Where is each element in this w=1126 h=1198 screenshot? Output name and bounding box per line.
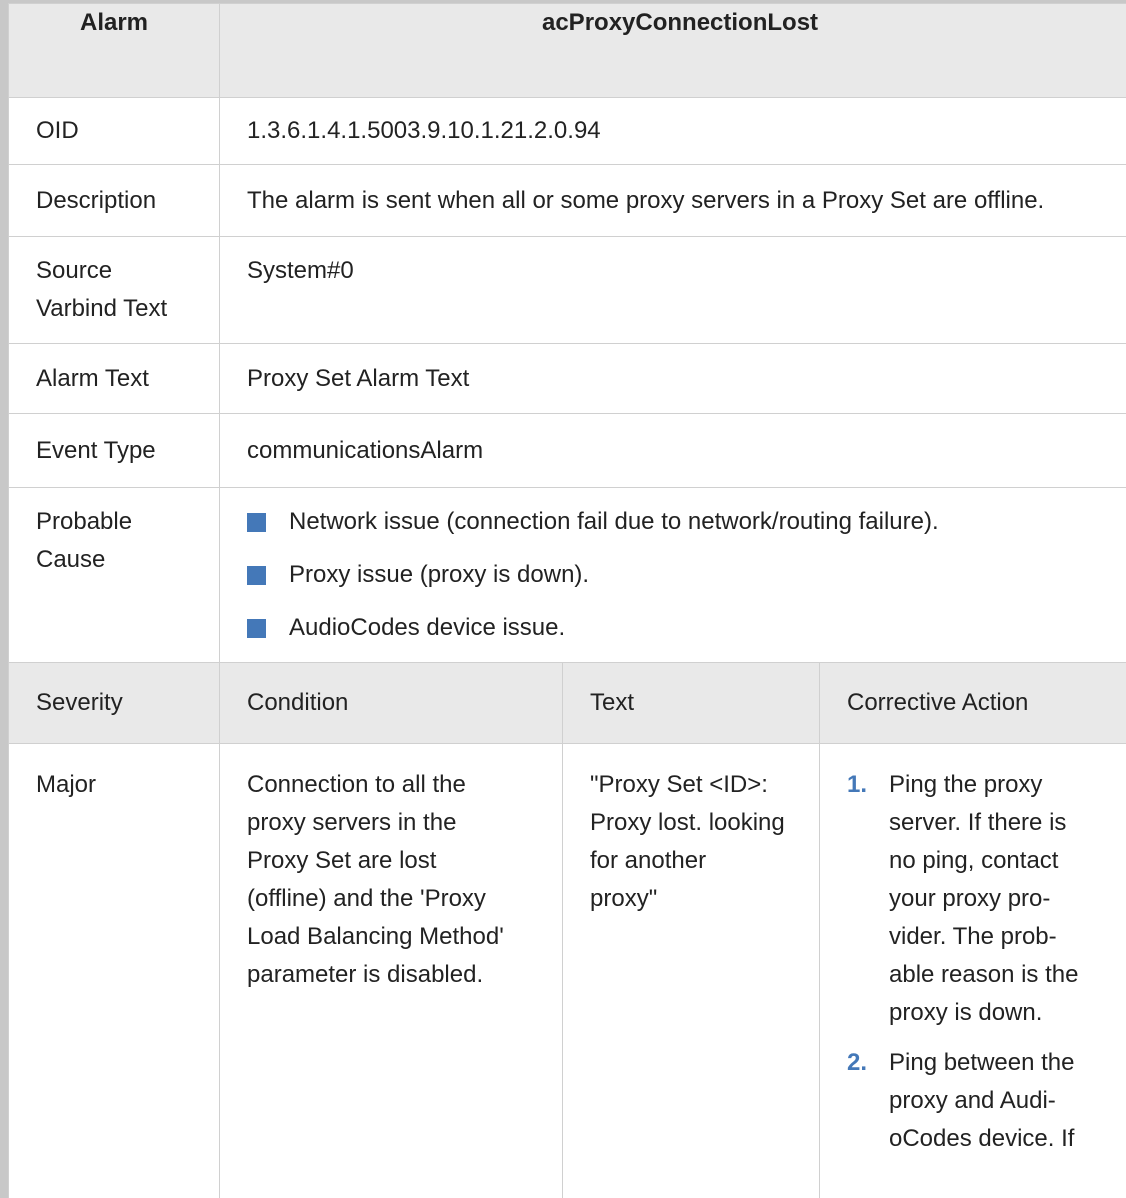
table-row-probable-cause: Probable Cause Network issue (connection…: [8, 487, 1126, 663]
corrective-action-list: 1. Ping the proxy server. If there is no…: [847, 766, 1126, 1158]
probable-cause-list: Network issue (connection fail due to ne…: [247, 503, 1126, 647]
step-number: 1.: [847, 771, 868, 798]
document-page: Alarm acProxyConnectionLost OID 1.3.6.1.…: [0, 0, 1126, 1198]
step-number: 2.: [847, 1049, 868, 1076]
square-bullet-icon: [247, 566, 266, 585]
oid-label: OID: [36, 117, 79, 144]
event-type-value: communicationsAlarm: [247, 436, 484, 464]
list-item: Proxy issue (proxy is down).: [247, 556, 1126, 594]
alarm-text-label: Alarm Text: [36, 364, 149, 392]
probable-cause-item: AudioCodes device issue.: [289, 614, 566, 641]
severity-header: Severity: [36, 689, 123, 716]
probable-cause-label: Probable Cause: [36, 508, 133, 573]
oid-value: 1.3.6.1.4.1.5003.9.10.1.21.2.0.94: [247, 117, 601, 144]
description-value: The alarm is sent when all or some proxy…: [247, 186, 1045, 214]
frame-left-bar: [0, 0, 8, 1198]
step-text: Ping between the proxy and Audi- oCodes …: [889, 1049, 1075, 1152]
event-type-label: Event Type: [36, 436, 156, 464]
table-row-alarm-text: Alarm Text Proxy Set Alarm Text: [8, 343, 1126, 414]
source-varbind-label: Source Varbind Text: [36, 257, 168, 322]
step-text: Ping the proxy server. If there is no pi…: [889, 771, 1079, 1026]
header-alarm-name: acProxyConnectionLost: [218, 3, 1126, 98]
source-varbind-value: System#0: [247, 257, 354, 284]
list-item: 1. Ping the proxy server. If there is no…: [847, 766, 1126, 1032]
severity-value: Major: [36, 771, 97, 798]
table-row-description: Description The alarm is sent when all o…: [8, 164, 1126, 237]
alarm-table-wrapper: Alarm acProxyConnectionLost OID 1.3.6.1.…: [8, 3, 1126, 1198]
square-bullet-icon: [247, 619, 266, 638]
alarm-table: Alarm acProxyConnectionLost OID 1.3.6.1.…: [8, 3, 1126, 1198]
corrective-action-header: Corrective Action: [847, 689, 1029, 716]
alarm-text-value: Proxy Set Alarm Text: [247, 364, 470, 392]
header-alarm-label: Alarm: [8, 3, 220, 98]
description-label: Description: [36, 186, 157, 214]
text-header: Text: [590, 689, 635, 716]
probable-cause-item: Proxy issue (proxy is down).: [289, 561, 590, 588]
square-bullet-icon: [247, 513, 266, 532]
table-row-source-varbind: Source Varbind Text System#0: [8, 236, 1126, 344]
table-row-event-type: Event Type communicationsAlarm: [8, 413, 1126, 488]
text-value: "Proxy Set <ID>: Proxy lost. looking for…: [590, 771, 785, 912]
table-header-row: Alarm acProxyConnectionLost: [8, 3, 1126, 98]
condition-header: Condition: [247, 689, 349, 716]
probable-cause-item: Network issue (connection fail due to ne…: [289, 508, 939, 535]
list-item: AudioCodes device issue.: [247, 609, 1126, 647]
table-row-major: Major Connection to all the proxy server…: [8, 743, 1126, 1198]
list-item: 2. Ping between the proxy and Audi- oCod…: [847, 1044, 1126, 1158]
severity-header-row: Severity Condition Text Corrective Actio…: [8, 662, 1126, 744]
condition-value: Connection to all the proxy servers in t…: [247, 771, 504, 988]
list-item: Network issue (connection fail due to ne…: [247, 503, 1126, 541]
table-row-oid: OID 1.3.6.1.4.1.5003.9.10.1.21.2.0.94: [8, 97, 1126, 165]
